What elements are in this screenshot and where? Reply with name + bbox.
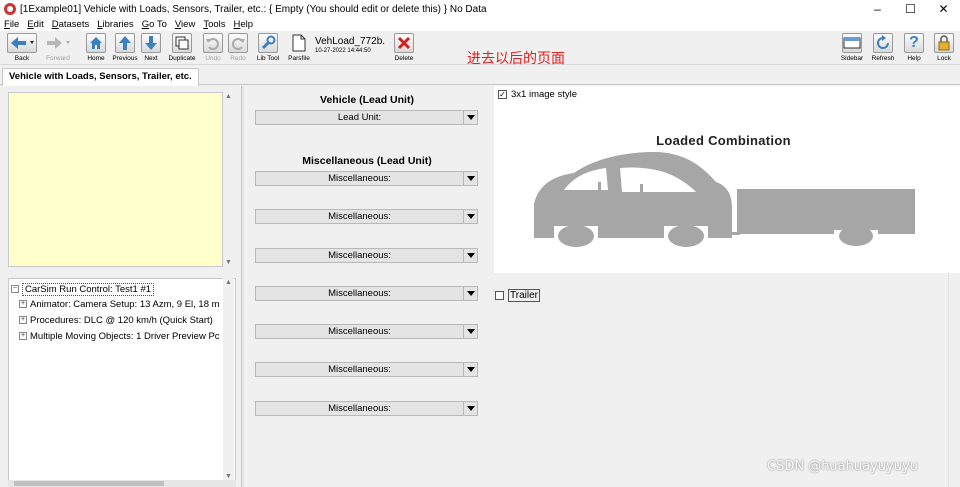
image-style-checkbox[interactable]: ✓ 3x1 image style bbox=[498, 89, 577, 100]
misc-dropdown-1[interactable]: Miscellaneous: bbox=[255, 171, 478, 186]
watermark: CSDN @huahuayuyuyu bbox=[767, 459, 918, 474]
next-button[interactable]: Next bbox=[138, 33, 164, 63]
notes-scrollbar[interactable]: ▲ ▼ bbox=[223, 92, 234, 267]
duplicate-button[interactable]: Duplicate bbox=[168, 33, 196, 63]
tab-strip: Vehicle with Loads, Sensors, Trailer, et… bbox=[0, 65, 960, 86]
delete-x-icon bbox=[394, 33, 414, 53]
run-control-tree: − CarSim Run Control: Test1 #1 + Animato… bbox=[8, 278, 236, 481]
sidebar-icon bbox=[842, 33, 862, 53]
forward-button[interactable]: Forward bbox=[42, 33, 74, 63]
up-arrow-icon bbox=[115, 33, 135, 53]
tree-item-animator[interactable]: + Animator: Camera Setup: 13 Azm, 9 El, … bbox=[19, 297, 220, 311]
trailer-checkbox[interactable]: Trailer bbox=[495, 289, 540, 302]
duplicate-icon bbox=[172, 33, 192, 53]
image-title: Loaded Combination bbox=[656, 133, 791, 148]
vehicle-section-title: Vehicle (Lead Unit) bbox=[320, 94, 414, 106]
dropdown-arrow-icon[interactable] bbox=[463, 249, 477, 262]
scroll-up-arrow-icon[interactable]: ▲ bbox=[225, 93, 232, 100]
forward-arrow-icon bbox=[43, 33, 73, 53]
menu-tools[interactable]: Tools bbox=[203, 19, 225, 30]
redo-icon bbox=[228, 33, 248, 53]
dropdown-arrow-icon[interactable] bbox=[463, 111, 477, 124]
dropdown-arrow-icon[interactable] bbox=[463, 363, 477, 376]
expand-plus-icon[interactable]: + bbox=[19, 300, 27, 308]
lock-button[interactable]: Lock bbox=[931, 33, 957, 63]
down-arrow-icon bbox=[141, 33, 161, 53]
tree-item-procedures[interactable]: + Procedures: DLC @ 120 km/h (Quick Star… bbox=[19, 313, 213, 327]
menu-goto[interactable]: Go To bbox=[142, 19, 167, 30]
loaded-combination-image bbox=[534, 152, 915, 247]
misc-dropdown-5[interactable]: Miscellaneous: bbox=[255, 324, 478, 339]
refresh-button[interactable]: Refresh bbox=[870, 33, 896, 63]
scroll-down-arrow-icon[interactable]: ▼ bbox=[225, 259, 232, 266]
dataset-name[interactable]: VehLoad_772b. bbox=[315, 36, 385, 47]
close-button[interactable]: ✕ bbox=[927, 0, 960, 18]
misc-dropdown-4[interactable]: Miscellaneous: bbox=[255, 286, 478, 301]
lib-tool-button[interactable]: Lib Tool bbox=[255, 33, 281, 63]
misc-dropdown-2[interactable]: Miscellaneous: bbox=[255, 209, 478, 224]
pane-splitter[interactable] bbox=[241, 86, 244, 487]
previous-button[interactable]: Previous bbox=[112, 33, 138, 63]
notes-textarea[interactable] bbox=[8, 92, 223, 267]
back-arrow-icon bbox=[7, 33, 37, 53]
collapse-minus-icon[interactable]: − bbox=[11, 285, 19, 293]
maximize-button[interactable]: ☐ bbox=[894, 0, 927, 18]
scroll-thumb[interactable] bbox=[14, 481, 164, 486]
delete-button[interactable]: Delete bbox=[391, 33, 417, 63]
dropdown-arrow-icon[interactable] bbox=[463, 172, 477, 185]
dataset-timestamp: 10-27-2022 14:44:50 bbox=[315, 48, 371, 54]
main-scrollbar[interactable] bbox=[948, 273, 960, 487]
scroll-up-arrow-icon[interactable]: ▲ bbox=[225, 279, 232, 286]
misc-dropdown-6[interactable]: Miscellaneous: bbox=[255, 362, 478, 377]
dropdown-arrow-icon[interactable] bbox=[463, 325, 477, 338]
menu-file[interactable]: File bbox=[4, 19, 19, 30]
undo-button[interactable]: Undo bbox=[200, 33, 226, 63]
help-button[interactable]: ? Help bbox=[901, 33, 927, 63]
menu-help[interactable]: Help bbox=[234, 19, 254, 30]
menu-bar: File Edit Datasets Libraries Go To View … bbox=[0, 18, 960, 31]
vehicle-image-panel bbox=[494, 86, 960, 273]
lock-icon bbox=[934, 33, 954, 53]
document-icon bbox=[289, 33, 309, 53]
parsfile-button[interactable]: Parsfile bbox=[286, 33, 312, 63]
menu-datasets[interactable]: Datasets bbox=[52, 19, 90, 30]
checkmark-icon[interactable]: ✓ bbox=[498, 90, 507, 99]
expand-plus-icon[interactable]: + bbox=[19, 332, 27, 340]
carsim-app-icon bbox=[4, 3, 16, 15]
expand-plus-icon[interactable]: + bbox=[19, 316, 27, 324]
sidebar-button[interactable]: Sidebar bbox=[839, 33, 865, 63]
dropdown-arrow-icon[interactable] bbox=[463, 210, 477, 223]
tab-vehicle-loads[interactable]: Vehicle with Loads, Sensors, Trailer, et… bbox=[2, 68, 199, 86]
tree-item-moving-objects[interactable]: + Multiple Moving Objects: 1 Driver Prev… bbox=[19, 329, 220, 343]
misc-dropdown-3[interactable]: Miscellaneous: bbox=[255, 248, 478, 263]
undo-icon bbox=[203, 33, 223, 53]
back-button[interactable]: Back bbox=[6, 33, 38, 63]
menu-libraries[interactable]: Libraries bbox=[97, 19, 133, 30]
dropdown-arrow-icon[interactable] bbox=[463, 287, 477, 300]
window-title: [1Example01] Vehicle with Loads, Sensors… bbox=[20, 3, 487, 15]
misc-section-title: Miscellaneous (Lead Unit) bbox=[302, 155, 432, 167]
minimize-button[interactable]: – bbox=[861, 0, 894, 18]
refresh-icon bbox=[873, 33, 893, 53]
scroll-down-arrow-icon[interactable]: ▼ bbox=[225, 473, 232, 480]
title-bar: [1Example01] Vehicle with Loads, Sensors… bbox=[0, 0, 960, 18]
misc-dropdown-7[interactable]: Miscellaneous: bbox=[255, 401, 478, 416]
lead-unit-dropdown[interactable]: Lead Unit: bbox=[255, 110, 478, 125]
menu-view[interactable]: View bbox=[175, 19, 195, 30]
menu-edit[interactable]: Edit bbox=[27, 19, 43, 30]
dropdown-arrow-icon[interactable] bbox=[463, 402, 477, 415]
wrench-icon bbox=[258, 33, 278, 53]
tree-root[interactable]: − CarSim Run Control: Test1 #1 bbox=[11, 282, 155, 296]
question-mark-icon: ? bbox=[904, 33, 924, 53]
home-icon bbox=[86, 33, 106, 53]
redo-button[interactable]: Redo bbox=[225, 33, 251, 63]
tree-scrollbar[interactable]: ▲ ▼ bbox=[223, 278, 234, 481]
tree-hscrollbar[interactable] bbox=[8, 480, 236, 487]
checkbox-empty-icon[interactable] bbox=[495, 291, 504, 300]
home-button[interactable]: Home bbox=[83, 33, 109, 63]
